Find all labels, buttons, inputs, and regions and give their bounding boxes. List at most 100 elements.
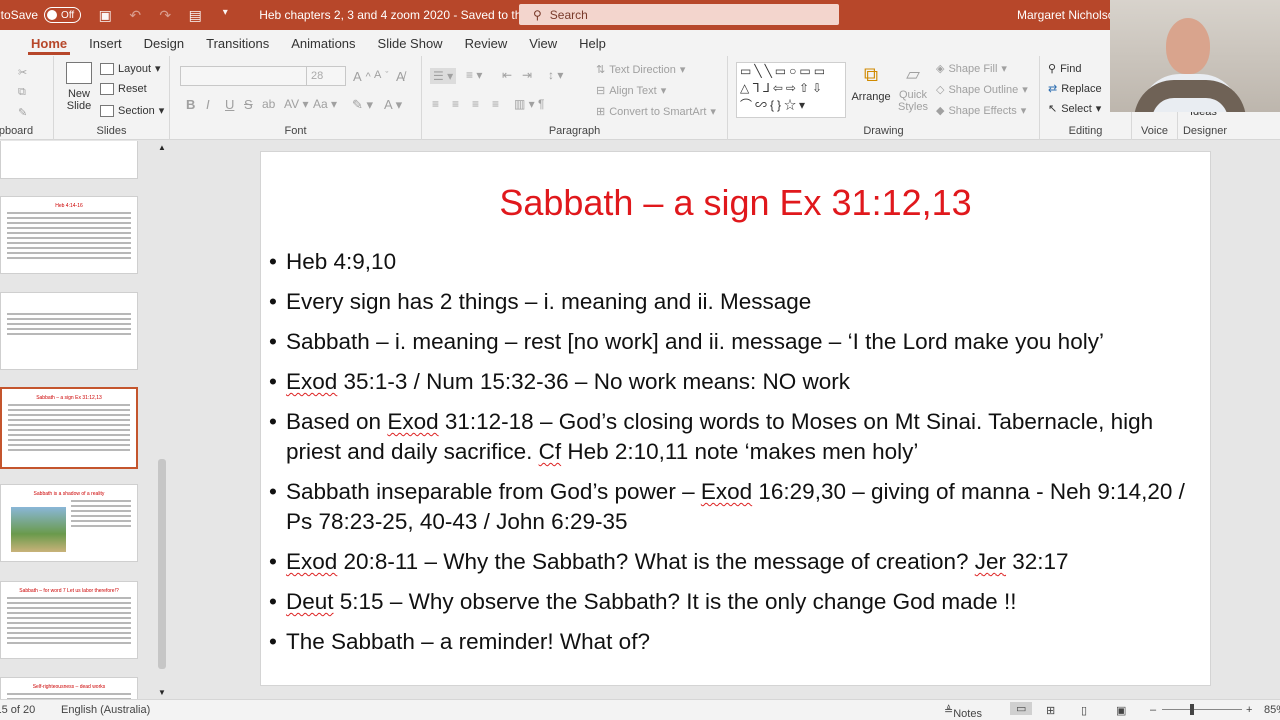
notes-button[interactable]: ≜ Notes (944, 704, 982, 720)
triangle-shape-icon[interactable]: △ (740, 81, 752, 95)
text-direction-button[interactable]: ⇅ Text Direction ▾ (596, 63, 685, 77)
slide-title[interactable]: Sabbath – a sign Ex 31:12,13 (261, 182, 1210, 224)
justify-icon[interactable]: ≡ (492, 97, 499, 111)
bullet-item[interactable]: The Sabbath – a reminder! What of? (269, 627, 1204, 657)
tab-transitions[interactable]: Transitions (195, 36, 280, 56)
zoom-in-icon[interactable]: + (1246, 704, 1252, 716)
convert-smartart-button[interactable]: ⊞ Convert to SmartArt ▾ (596, 105, 716, 119)
redo-icon[interactable]: ↷ (157, 7, 173, 24)
zoom-out-icon[interactable]: – (1150, 704, 1156, 716)
tab-insert[interactable]: Insert (78, 36, 133, 56)
bullet-item[interactable]: Sabbath inseparable from God’s power – E… (269, 477, 1204, 537)
shape-effects-button[interactable]: ◆ Shape Effects ▾ (936, 104, 1026, 118)
slide-thumbnail[interactable]: Heb 4:14-16 (0, 196, 138, 274)
customize-toolbar-icon[interactable]: ▾ (217, 7, 233, 24)
section-button[interactable]: Section ▾ (100, 104, 164, 117)
find-button[interactable]: ⚲ Find (1048, 62, 1081, 76)
font-name-box[interactable] (180, 66, 320, 86)
rtl-icon[interactable]: ¶ (538, 97, 544, 111)
tab-review[interactable]: Review (454, 36, 519, 56)
bullet-text: Sabbath – i. meaning – rest [no work] an… (286, 329, 1104, 354)
normal-view-icon[interactable]: ▭ (1010, 702, 1033, 715)
copy-icon[interactable]: ⧉ (18, 86, 26, 99)
slide-thumbnail[interactable]: Sabbath is a shadow of a reality (0, 484, 138, 562)
curve-shape-icon[interactable]: ⌒ (740, 98, 755, 112)
replace-button[interactable]: ⇄ Replace (1048, 82, 1102, 96)
textbox-shape-icon[interactable]: ▭ (740, 64, 754, 78)
bullet-item[interactable]: Exod 20:8-11 – Why the Sabbath? What is … (269, 547, 1204, 577)
slideshow-icon[interactable]: ▣ (1116, 704, 1126, 717)
bold-icon[interactable]: B (186, 97, 195, 112)
highlight-icon[interactable]: ✎ ▾ (352, 97, 373, 113)
bullet-item[interactable]: Exod 35:1-3 / Num 15:32-36 – No work mea… (269, 367, 1204, 397)
format-painter-icon[interactable]: ✎ (18, 106, 27, 119)
align-right-icon[interactable]: ≡ (472, 97, 479, 111)
align-center-icon[interactable]: ≡ (452, 97, 459, 111)
new-slide-button[interactable]: New Slide (62, 62, 96, 112)
increase-indent-icon[interactable]: ⇥ (522, 68, 532, 82)
shape-fill-button[interactable]: ◈ Shape Fill ▾ (936, 62, 1007, 76)
reading-view-icon[interactable]: ▯ (1081, 704, 1087, 717)
bullet-item[interactable]: Heb 4:9,10 (269, 247, 1204, 277)
line-spacing-icon[interactable]: ↕ ▾ (548, 68, 563, 82)
scroll-up-icon[interactable]: ▲ (158, 143, 166, 152)
user-name[interactable]: Margaret Nicholson (1017, 8, 1121, 22)
font-size-box[interactable]: 28 (306, 66, 346, 86)
tab-help[interactable]: Help (568, 36, 617, 56)
undo-icon[interactable]: ↶ (127, 7, 143, 24)
select-button[interactable]: ↖ Select ▾ (1048, 102, 1101, 116)
slide-thumbnail[interactable] (0, 141, 138, 179)
columns-icon[interactable]: ▥ ▾ (514, 97, 535, 111)
slide-thumbnail[interactable] (0, 292, 138, 370)
bullet-text: Exod (387, 409, 439, 434)
arrange-button[interactable]: ⧉ Arrange (851, 64, 890, 103)
underline-icon[interactable]: U (225, 97, 234, 112)
tab-home[interactable]: Home (20, 36, 78, 56)
shapes-gallery[interactable]: ▭╲╲▭○▭▭ △ᒣᒧ⇦⇨⇧⇩ ⌒∽{}☆▾ (736, 62, 846, 118)
decrease-indent-icon[interactable]: ⇤ (502, 68, 512, 82)
zoom-slider[interactable] (1162, 709, 1242, 710)
scroll-down-icon[interactable]: ▼ (158, 688, 166, 697)
clear-formatting-icon[interactable]: A̸ (396, 69, 405, 84)
present-icon[interactable]: ▤ (187, 7, 203, 24)
italic-icon[interactable]: I (206, 97, 210, 112)
autosave-toggle[interactable]: Off (44, 7, 82, 23)
bullet-item[interactable]: Deut 5:15 – Why observe the Sabbath? It … (269, 587, 1204, 617)
slide-thumbnail-selected[interactable]: Sabbath – a sign Ex 31:12,13 (0, 387, 138, 469)
bullet-item[interactable]: Every sign has 2 things – i. meaning and… (269, 287, 1204, 317)
align-text-button[interactable]: ⊟ Align Text ▾ (596, 84, 666, 98)
tab-slide-show[interactable]: Slide Show (367, 36, 454, 56)
slide-canvas[interactable]: Sabbath – a sign Ex 31:12,13 Heb 4:9,10 … (260, 151, 1211, 686)
tab-animations[interactable]: Animations (280, 36, 366, 56)
slide-thumbnail[interactable]: Self-righteousness – dead works (0, 677, 138, 699)
search-box[interactable]: ⚲ Search (519, 4, 839, 25)
thumbnail-scrollbar[interactable]: ▲ ▼ (156, 141, 168, 699)
cut-icon[interactable]: ✂ (18, 66, 27, 79)
zoom-level[interactable]: 85% (1264, 704, 1280, 716)
align-left-icon[interactable]: ≡ (432, 97, 439, 111)
tab-view[interactable]: View (518, 36, 568, 56)
zoom-slider-thumb[interactable] (1190, 704, 1194, 715)
slide-thumbnail[interactable]: Sabbath – for word 7 Let us labor theref… (0, 581, 138, 659)
slide-sorter-icon[interactable]: ⊞ (1046, 704, 1055, 717)
save-icon[interactable]: ▣ (97, 7, 113, 24)
layout-button[interactable]: Layout ▾ (100, 62, 161, 75)
shadow-icon[interactable]: ab (262, 97, 275, 111)
strikethrough-icon[interactable]: S (244, 97, 253, 112)
scroll-thumb[interactable] (158, 459, 166, 669)
increase-font-icon[interactable]: A ^ (353, 69, 371, 84)
language[interactable]: English (Australia) (61, 704, 150, 716)
font-color-icon[interactable]: A ▾ (384, 97, 402, 113)
character-spacing-icon[interactable]: AV ▾ (284, 97, 308, 111)
bullet-list[interactable]: Heb 4:9,10 Every sign has 2 things – i. … (269, 247, 1204, 667)
shape-outline-button[interactable]: ◇ Shape Outline ▾ (936, 83, 1028, 97)
change-case-icon[interactable]: Aa ▾ (313, 97, 337, 111)
bullets-icon[interactable]: ☰ ▾ (430, 68, 457, 84)
tab-design[interactable]: Design (133, 36, 195, 56)
bullet-item[interactable]: Based on Exod 31:12-18 – God’s closing w… (269, 407, 1204, 467)
numbering-icon[interactable]: ≡ ▾ (466, 68, 482, 82)
decrease-font-icon[interactable]: Aˇ (374, 69, 388, 81)
quick-styles-button[interactable]: ▱ Quick Styles (896, 64, 930, 113)
bullet-item[interactable]: Sabbath – i. meaning – rest [no work] an… (269, 327, 1204, 357)
reset-button[interactable]: Reset (100, 83, 147, 95)
